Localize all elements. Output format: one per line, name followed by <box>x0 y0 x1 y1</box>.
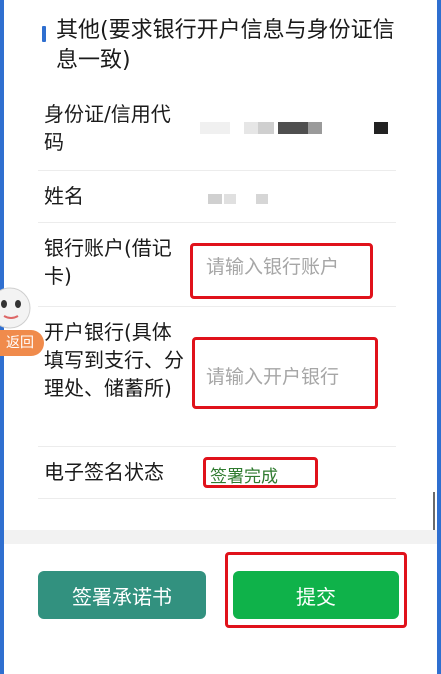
id-label: 身份证/信用代码 <box>44 102 171 154</box>
name-row: 姓名 <box>38 170 396 223</box>
section-title: 其他(要求银行开户信息与身份证信息一致) <box>56 18 395 73</box>
section-separator <box>4 530 437 544</box>
signature-status-label: 电子签名状态 <box>44 460 164 484</box>
signature-status-highlight <box>203 457 318 488</box>
submit-highlight <box>225 552 407 628</box>
sign-commitment-button[interactable]: 签署承诺书 <box>38 571 206 619</box>
back-button[interactable]: 返回 <box>0 330 44 356</box>
mascot-icon[interactable] <box>0 282 34 330</box>
right-border <box>437 0 441 674</box>
bank-account-highlight <box>190 243 373 299</box>
name-label: 姓名 <box>44 184 84 208</box>
bank-account-label: 银行账户(借记卡) <box>44 236 172 288</box>
bank-name-label: 开户银行(具体填写到支行、分理处、储蓄所) <box>44 320 184 400</box>
id-row: 身份证/信用代码 <box>38 88 396 171</box>
bank-name-highlight <box>192 337 378 409</box>
section-accent-bar <box>42 26 46 42</box>
